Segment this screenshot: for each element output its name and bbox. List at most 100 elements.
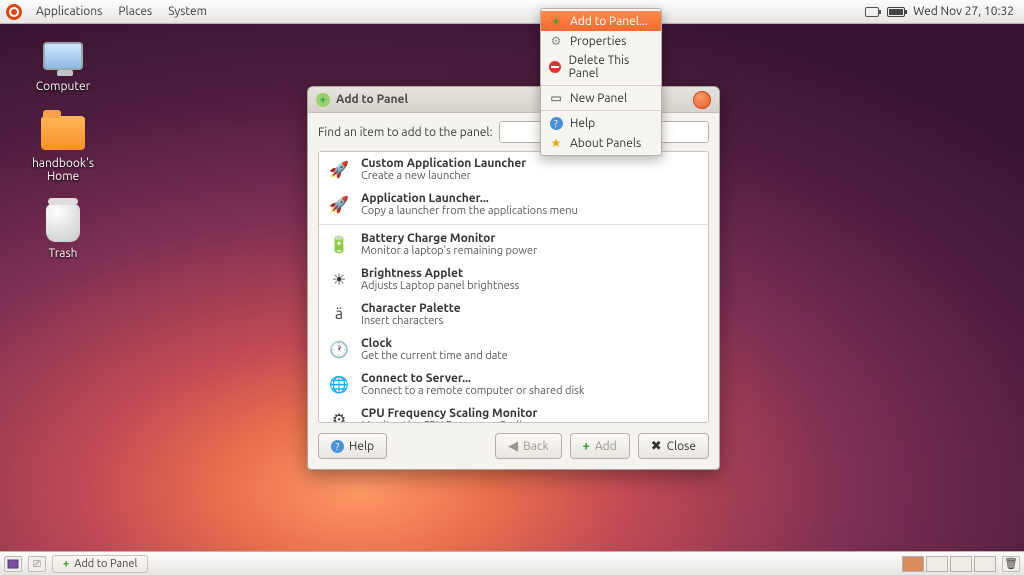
desktop-label: handbook's Home xyxy=(18,157,108,183)
trash-icon xyxy=(46,204,80,242)
workspace-switcher[interactable] xyxy=(902,556,996,572)
applet-row[interactable]: 🚀 Application Launcher...Copy a launcher … xyxy=(319,187,708,222)
back-button[interactable]: ◀ Back xyxy=(495,433,561,459)
computer-icon xyxy=(43,42,83,70)
workspace-1[interactable] xyxy=(902,556,924,572)
applet-row[interactable]: ä Character PaletteInsert characters xyxy=(319,297,708,332)
workspace-4[interactable] xyxy=(974,556,996,572)
menu-places[interactable]: Places xyxy=(110,1,160,22)
applet-row[interactable]: ☀ Brightness AppletAdjusts Laptop panel b… xyxy=(319,262,708,297)
applet-icon: 🌐 xyxy=(327,372,351,396)
applet-icon: 🕐 xyxy=(327,337,351,361)
applet-desc: Adjusts Laptop panel brightness xyxy=(361,280,519,292)
desktop-icon-computer[interactable]: Computer xyxy=(18,34,108,93)
ctx-help[interactable]: ? Help xyxy=(541,113,661,133)
applet-title: Character Palette xyxy=(361,302,461,315)
workspace-3[interactable] xyxy=(950,556,972,572)
ctx-separator xyxy=(541,110,661,111)
plus-icon: + xyxy=(549,14,563,28)
system-tray: Wed Nov 27, 10:32 xyxy=(865,5,1020,18)
help-icon: ? xyxy=(331,440,344,453)
ctx-label: Help xyxy=(570,117,595,130)
applet-icon: ⚙ xyxy=(327,407,351,422)
applet-icon: ä xyxy=(327,302,351,326)
desktop-icon-home[interactable]: handbook's Home xyxy=(18,111,108,183)
applet-desc: Monitor a laptop's remaining power xyxy=(361,245,537,257)
find-label: Find an item to add to the panel: xyxy=(318,126,493,139)
applet-list: 🚀Custom Application LauncherCreate a new… xyxy=(318,151,709,423)
mail-indicator-icon[interactable] xyxy=(865,7,879,17)
ctx-label: Properties xyxy=(570,35,626,48)
folder-icon xyxy=(41,116,85,150)
applet-row[interactable]: 🌐Connect to Server...Connect to a remote… xyxy=(319,367,708,402)
ctx-new-panel[interactable]: ▭ New Panel xyxy=(541,88,661,108)
star-icon: ★ xyxy=(549,136,563,150)
clock-text[interactable]: Wed Nov 27, 10:32 xyxy=(913,5,1014,18)
applet-desc: Insert characters xyxy=(361,315,461,327)
help-icon: ? xyxy=(549,116,563,130)
add-button-label: Add xyxy=(595,440,617,453)
show-desktop-button[interactable] xyxy=(4,556,22,572)
applet-list-scroll[interactable]: 🚀Custom Application LauncherCreate a new… xyxy=(319,152,708,422)
trash-icon: 🗑 xyxy=(1004,557,1018,570)
dialog-title-icon: + xyxy=(316,93,330,107)
applet-title: Custom Application Launcher xyxy=(361,157,526,170)
close-button[interactable]: ✖ Close xyxy=(638,433,709,459)
applet-row[interactable]: 🔋 Battery Charge MonitorMonitor a laptop'… xyxy=(319,227,708,262)
applet-desc: Monitor the CPU Frequency Scaling xyxy=(361,420,537,422)
ctx-delete-panel[interactable]: Delete This Panel xyxy=(541,51,661,83)
delete-icon xyxy=(549,60,562,74)
menu-applications[interactable]: Applications xyxy=(28,1,110,22)
desktop-icon-trash[interactable]: Trash xyxy=(18,201,108,260)
ctx-add-to-panel[interactable]: + Add to Panel... xyxy=(541,11,661,31)
workspace-2[interactable] xyxy=(926,556,948,572)
help-button[interactable]: ? Help xyxy=(318,433,387,459)
applet-title: Clock xyxy=(361,337,508,350)
applet-title: Battery Charge Monitor xyxy=(361,232,537,245)
ctx-label: About Panels xyxy=(570,137,641,150)
ctx-label: New Panel xyxy=(570,92,627,105)
window-list-button[interactable]: ⎚ xyxy=(28,556,46,572)
applet-row[interactable]: 🕐 ClockGet the current time and date xyxy=(319,332,708,367)
battery-indicator-icon[interactable] xyxy=(887,7,905,17)
show-desktop-icon xyxy=(7,559,19,569)
new-panel-icon: ▭ xyxy=(549,91,563,105)
task-label: Add to Panel xyxy=(74,558,137,570)
taskbar-item-add-to-panel[interactable]: + Add to Panel xyxy=(52,555,148,573)
ctx-properties[interactable]: ⚙ Properties xyxy=(541,31,661,51)
applet-title: CPU Frequency Scaling Monitor xyxy=(361,407,537,420)
trash-applet[interactable]: 🗑 xyxy=(1002,556,1020,572)
back-icon: ◀ xyxy=(508,439,518,454)
ctx-about[interactable]: ★ About Panels xyxy=(541,133,661,153)
applet-row[interactable]: ⚙ CPU Frequency Scaling MonitorMonitor th… xyxy=(319,402,708,422)
dialog-button-bar: ? Help ◀ Back + Add ✖ Close xyxy=(308,423,719,469)
dialog-title: Add to Panel xyxy=(336,93,408,106)
panel-context-menu: + Add to Panel... ⚙ Properties Delete Th… xyxy=(540,8,662,156)
desktop-label: Trash xyxy=(48,247,77,260)
applet-icon: ☀ xyxy=(327,267,351,291)
applet-desc: Copy a launcher from the applications me… xyxy=(361,205,578,217)
applet-icon: 🔋 xyxy=(327,232,351,256)
list-separator xyxy=(319,224,708,225)
ubuntu-logo-icon[interactable] xyxy=(6,4,22,20)
applet-desc: Get the current time and date xyxy=(361,350,508,362)
top-panel: Applications Places System Wed Nov 27, 1… xyxy=(0,0,1024,24)
desktop-icons: Computer handbook's Home Trash xyxy=(18,34,108,260)
desktop-label: Computer xyxy=(36,80,90,93)
bottom-panel: ⎚ + Add to Panel 🗑 xyxy=(0,551,1024,575)
back-button-label: Back xyxy=(523,440,548,453)
applet-title: Brightness Applet xyxy=(361,267,519,280)
close-button-label: Close xyxy=(667,440,696,453)
applet-row[interactable]: 🚀Custom Application LauncherCreate a new… xyxy=(319,152,708,187)
applet-title: Application Launcher... xyxy=(361,192,578,205)
plus-icon: + xyxy=(583,439,590,453)
ctx-separator xyxy=(541,85,661,86)
close-icon: ✖ xyxy=(651,439,662,454)
menu-system[interactable]: System xyxy=(160,1,215,22)
add-button[interactable]: + Add xyxy=(570,433,630,459)
chevron-left-icon: ⎚ xyxy=(33,558,41,570)
dialog-close-icon[interactable] xyxy=(693,91,711,109)
applet-icon: 🚀 xyxy=(327,157,351,181)
ctx-label: Delete This Panel xyxy=(569,54,653,80)
applet-icon: 🚀 xyxy=(327,192,351,216)
